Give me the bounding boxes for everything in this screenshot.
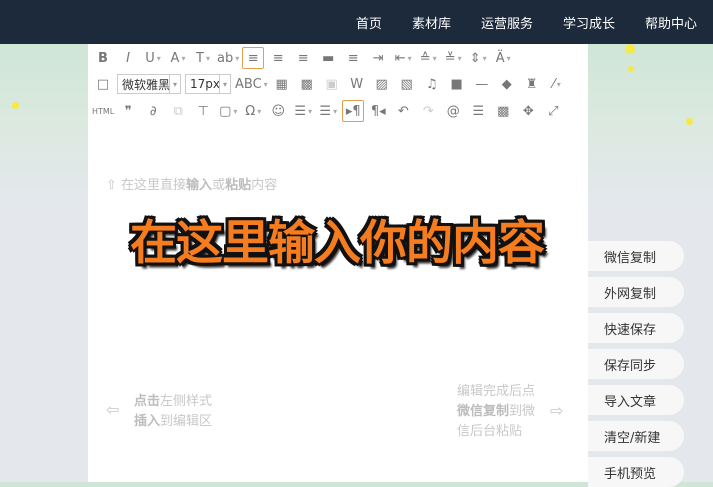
fullscreen-icon[interactable]: ⤢ — [542, 100, 564, 122]
template-icon[interactable]: ⊤ — [192, 100, 214, 122]
clear-new-button[interactable]: 清空/新建 — [588, 421, 684, 451]
decor-dot — [12, 102, 19, 109]
table-icon[interactable]: ▦ — [271, 73, 293, 95]
align-justify-icon[interactable]: ≡ — [342, 47, 364, 69]
font-size-select[interactable]: 17px — [185, 74, 231, 94]
undo-icon[interactable]: ↶ — [392, 100, 414, 122]
music-icon[interactable]: ♫ — [421, 73, 443, 95]
horizontal-rule-icon[interactable]: — — [471, 73, 493, 95]
magic-wand-icon[interactable]: ⁄ — [546, 73, 568, 95]
letter-spacing-icon[interactable]: Ä — [492, 47, 514, 69]
headline: 在这里输入你的内容 — [130, 216, 545, 271]
format-brush-icon[interactable]: ♜ — [521, 73, 543, 95]
decor-dot — [625, 44, 635, 54]
external-copy-button[interactable]: 外网复制 — [588, 277, 684, 307]
underline-icon[interactable]: U — [142, 47, 164, 69]
decor-dot — [686, 118, 693, 125]
align-left-icon[interactable]: ≡ — [242, 47, 265, 69]
indent-icon[interactable]: ⇥ — [367, 47, 389, 69]
ltr-icon[interactable]: ▸¶ — [342, 100, 365, 122]
multi-image-icon[interactable]: ▧ — [396, 73, 418, 95]
nav-help[interactable]: 帮助中心 — [645, 13, 697, 32]
arrow-left-icon: ⇦ — [106, 400, 120, 419]
special-chars-icon[interactable]: Ω — [242, 100, 264, 122]
ordered-list-icon[interactable]: ☰ — [292, 100, 314, 122]
image-icon[interactable]: ▨ — [371, 73, 393, 95]
hint-top: ⇧ 在这里直接输入或粘贴内容 — [106, 178, 278, 193]
nav-learning[interactable]: 学习成长 — [563, 13, 615, 32]
video-icon[interactable]: ■ — [446, 73, 468, 95]
paragraph-spacing-bottom-icon[interactable]: ≚ — [442, 47, 464, 69]
wechat-copy-button[interactable]: 微信复制 — [588, 241, 684, 271]
mobile-preview-button[interactable]: 手机预览 — [588, 457, 684, 487]
eraser-icon[interactable]: ◆ — [496, 73, 518, 95]
qrcode-icon[interactable]: ▩ — [492, 100, 514, 122]
align-center-icon[interactable]: ≡ — [267, 47, 289, 69]
align-right-icon[interactable]: ≡ — [292, 47, 314, 69]
font-color-icon[interactable]: A — [167, 47, 189, 69]
word-import-icon[interactable]: W — [346, 73, 368, 95]
outdent-icon[interactable]: ⇤ — [392, 47, 414, 69]
top-nav: 首页 素材库 运营服务 学习成长 帮助中心 — [0, 0, 713, 44]
decor-dot — [628, 66, 634, 72]
move-icon[interactable]: ✥ — [517, 100, 539, 122]
nav-services[interactable]: 运营服务 — [481, 13, 533, 32]
editor[interactable]: BIUATab≡≡≡▬≡⇥⇤≙≚⇕Ä □ 微软雅黑 17px ABC▦▩▣W▨▧… — [88, 44, 588, 482]
redo-icon[interactable]: ↷ — [417, 100, 439, 122]
bold-icon[interactable]: B — [92, 47, 114, 69]
at-search-icon[interactable]: @ — [442, 100, 464, 122]
toolbar-row-2: □ 微软雅黑 17px ABC▦▩▣W▨▧♫■—◆♜⁄ — [92, 72, 571, 96]
font-style-icon[interactable]: T — [192, 47, 214, 69]
align-justify-top-icon[interactable]: ▬ — [317, 47, 339, 69]
new-doc-icon[interactable]: □ — [92, 73, 114, 95]
unordered-list-icon[interactable]: ☰ — [317, 100, 339, 122]
emoji-icon[interactable]: ☺ — [267, 100, 289, 122]
toolbar-row-3: HTML❞∂⧉⊤▢Ω☺☰☰▸¶¶◂↶↷@☰▩✥⤢ — [92, 99, 567, 123]
quick-save-button[interactable]: 快速保存 — [588, 313, 684, 343]
font-family-select[interactable]: 微软雅黑 — [117, 74, 181, 94]
import-article-button[interactable]: 导入文章 — [588, 385, 684, 415]
paragraph-spacing-top-icon[interactable]: ≙ — [417, 47, 439, 69]
table-image-icon[interactable]: ▩ — [296, 73, 318, 95]
hint-left: 点击左侧样式 插入到编辑区 — [134, 394, 213, 429]
link-icon[interactable]: ∂ — [142, 100, 164, 122]
quote-icon[interactable]: ❞ — [117, 100, 139, 122]
rtl-icon[interactable]: ¶◂ — [367, 100, 389, 122]
unlink-icon[interactable]: ⧉ — [167, 100, 189, 122]
background-color-icon[interactable]: ab — [217, 47, 239, 69]
italic-icon[interactable]: I — [117, 47, 139, 69]
hint-right: 编辑完成后点 微信复制到微 信后台粘贴 — [457, 384, 536, 439]
search-replace-icon[interactable]: ▢ — [217, 100, 239, 122]
html-icon[interactable]: HTML — [92, 100, 114, 122]
word-image-icon[interactable]: ▣ — [321, 73, 343, 95]
save-sync-button[interactable]: 保存同步 — [588, 349, 684, 379]
toolbar-row-1: BIUATab≡≡≡▬≡⇥⇤≙≚⇕Ä — [92, 46, 517, 70]
nav-materials[interactable]: 素材库 — [412, 13, 451, 32]
nav-home[interactable]: 首页 — [356, 13, 382, 32]
line-height-icon[interactable]: ⇕ — [467, 47, 489, 69]
paragraph-format-icon[interactable]: ☰ — [467, 100, 489, 122]
arrow-right-icon: ⇨ — [550, 401, 564, 420]
strikethrough-icon[interactable]: ABC — [235, 73, 268, 95]
